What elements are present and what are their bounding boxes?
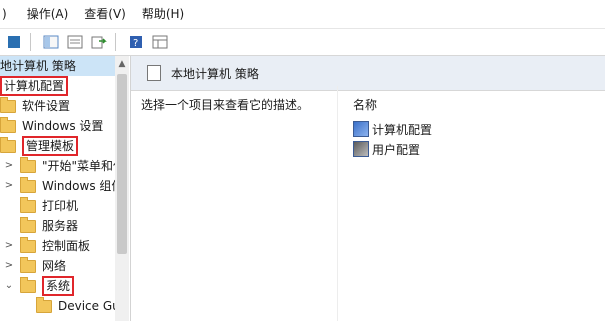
scroll-up-icon[interactable]: ▲ [115,56,129,72]
content-header-title: 本地计算机 策略 [171,66,259,81]
chevron-down-icon[interactable]: ⌄ [4,276,14,296]
folder-icon [36,296,52,313]
tree-item-control-panel[interactable]: > 控制面板 [4,236,90,256]
tree-item-label: Windows 设置 [22,119,104,133]
tree-item-network[interactable]: > 网络 [4,256,66,276]
show-hide-tree-icon[interactable] [41,32,61,52]
tree-item-label: 系统 [42,276,75,296]
menu-item-help[interactable]: 帮助(H) [134,0,192,28]
tree-item-label: "开始"菜单和任 [42,159,126,173]
menu-item-view[interactable]: 查看(V) [76,0,134,28]
tree-item-label: 网络 [42,259,67,273]
svg-text:?: ? [133,38,138,49]
column-header-name[interactable]: 名称 [353,96,432,113]
export-icon[interactable] [89,32,109,52]
list-item-computer-config[interactable]: 计算机配置 [353,119,432,139]
content-header: 本地计算机 策略 [131,56,605,91]
tree-item-device-guard[interactable]: Device Gu [36,296,120,316]
toolbar-separator [30,33,31,51]
tree-item-label: 服务器 [42,219,79,233]
tree-item-label: 计算机配置 [0,76,69,96]
chevron-right-icon[interactable]: > [4,176,14,196]
tree-item-start-menu[interactable]: > "开始"菜单和任 [4,156,125,176]
folder-icon [20,216,36,233]
tree-item-computer-config[interactable]: 计算机配置 [0,76,69,96]
folder-icon [20,276,36,293]
list-item-label: 计算机配置 [372,122,433,137]
folder-icon [20,196,36,213]
folder-icon [0,96,16,113]
list-item-user-config[interactable]: 用户配置 [353,139,432,159]
folder-icon [0,136,16,153]
menu-item-action[interactable]: 操作(A) [19,0,77,28]
list-item-label: 用户配置 [372,142,421,157]
items-list: 名称 计算机配置 用户配置 [353,96,432,159]
tree-pane: 地计算机 策略 计算机配置 软件设置 Windows 设置 管理模板 > "开始… [0,56,131,321]
chevron-right-icon[interactable]: > [4,156,14,176]
view-icon[interactable] [150,32,170,52]
tree-item-servers[interactable]: 服务器 [20,216,78,236]
tree-item-label: 管理模板 [22,136,79,156]
tree-item-label: 打印机 [42,199,79,213]
folder-icon [20,236,36,253]
tree-item-label: Windows 组件 [42,179,124,193]
tree-item-system[interactable]: ⌄ 系统 [4,276,75,296]
menu-bar: ) 操作(A) 查看(V) 帮助(H) [0,0,605,29]
folder-icon [20,176,36,193]
computer-config-icon [353,121,369,137]
scroll-thumb[interactable] [117,74,127,254]
tree-root-label: 地计算机 策略 [0,59,76,73]
help-icon[interactable]: ? [126,32,146,52]
tree-item-label: 控制面板 [42,239,91,253]
tree-item-printers[interactable]: 打印机 [20,196,78,216]
toolbar-separator [115,33,116,51]
folder-icon [20,156,36,173]
pane-divider [337,86,338,321]
tree-item-label: 软件设置 [22,99,71,113]
policy-document-icon [147,65,161,81]
back-icon[interactable] [4,32,24,52]
content-pane: 本地计算机 策略 选择一个项目来查看它的描述。 名称 计算机配置 用户配置 [131,56,605,321]
chevron-right-icon[interactable]: > [4,256,14,276]
tree-item-label: Device Gu [58,299,120,313]
properties-icon[interactable] [65,32,85,52]
description-text: 选择一个项目来查看它的描述。 [141,98,310,112]
chevron-right-icon[interactable]: > [4,236,14,256]
tree-item-windows-components[interactable]: > Windows 组件 [4,176,123,196]
tree-item-software-settings[interactable]: 软件设置 [0,96,70,116]
tree-item-windows-settings[interactable]: Windows 设置 [0,116,103,136]
tree-scrollbar[interactable]: ▲ [115,56,129,321]
folder-icon [0,116,16,133]
tree-root[interactable]: 地计算机 策略 [0,56,115,76]
toolbar: ? [0,29,605,56]
tree-item-admin-templates[interactable]: 管理模板 [0,136,79,156]
folder-icon [20,256,36,273]
user-config-icon [353,141,369,157]
menu-item-file-partial[interactable]: ) [0,0,19,28]
